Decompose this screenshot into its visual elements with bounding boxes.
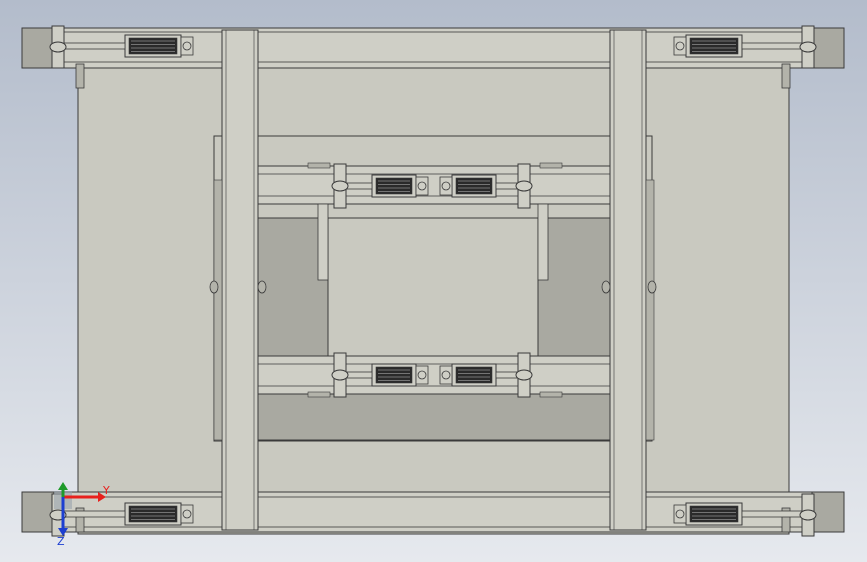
clamp-inner-upper-right — [515, 163, 533, 209]
clamp-inner-upper-left — [331, 163, 349, 209]
cylinder-top-right[interactable] — [673, 34, 743, 58]
assembly-top-view[interactable]: Y Z — [0, 0, 867, 562]
cylinder-top-left[interactable] — [124, 34, 194, 58]
cylinder-inner-upper-right[interactable] — [439, 174, 497, 198]
cylinder-inner-lower-right[interactable] — [439, 363, 497, 387]
clamp-top-left — [49, 25, 67, 69]
triad-z-label: Z — [57, 535, 65, 548]
cylinder-inner-lower-left[interactable] — [371, 363, 429, 387]
center-panel — [327, 217, 539, 357]
cylinder-inner-upper-left[interactable] — [371, 174, 429, 198]
clamp-bottom-right — [799, 493, 817, 537]
clamp-inner-lower-left — [331, 352, 349, 398]
rod-top-left — [59, 42, 126, 50]
mount-plate — [539, 391, 563, 398]
cylinder-bottom-right[interactable] — [673, 502, 743, 526]
clamp-top-right — [799, 25, 817, 69]
mount-plate — [539, 162, 563, 169]
triad-x-label: Y — [102, 484, 110, 497]
rod-top-right — [741, 42, 807, 50]
cad-viewport[interactable]: Y Z — [0, 0, 867, 562]
cylinder-bottom-left[interactable] — [124, 502, 194, 526]
mount-plate — [307, 162, 331, 169]
clamp-inner-lower-right — [515, 352, 533, 398]
mount-plate — [307, 391, 331, 398]
rod-bottom-left — [59, 510, 126, 518]
rod-bottom-right — [741, 510, 807, 518]
